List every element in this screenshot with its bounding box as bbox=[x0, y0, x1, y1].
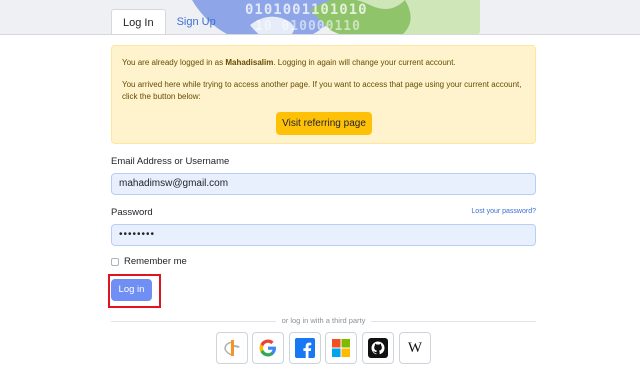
remember-me-checkbox[interactable] bbox=[111, 257, 119, 266]
google-button[interactable] bbox=[252, 332, 284, 364]
alert-line-1-suffix: . Logging in again will change your curr… bbox=[273, 58, 456, 67]
github-icon bbox=[368, 338, 388, 358]
alert-line-2: You arrived here while trying to access … bbox=[122, 80, 522, 101]
wikipedia-button[interactable]: W bbox=[399, 332, 431, 364]
remember-me-row: Remember me bbox=[111, 256, 187, 267]
tab-sign-up[interactable]: Sign Up bbox=[166, 9, 227, 34]
visit-referring-page-button[interactable]: Visit referring page bbox=[276, 112, 372, 135]
header-band: 0101001101010 10 010000110 Log In Sign U… bbox=[0, 0, 640, 35]
facebook-icon bbox=[295, 338, 315, 358]
banner-binary-text: 0101001101010 bbox=[245, 2, 368, 18]
openid-icon bbox=[224, 340, 240, 356]
log-in-button[interactable]: Log in bbox=[111, 279, 152, 301]
microsoft-button[interactable] bbox=[325, 332, 357, 364]
facebook-button[interactable] bbox=[289, 332, 321, 364]
third-party-divider: or log in with a third party bbox=[111, 315, 536, 327]
password-label: Password bbox=[111, 207, 153, 218]
divider-text: or log in with a third party bbox=[275, 316, 372, 325]
already-logged-in-alert: You are already logged in as Mahadisalim… bbox=[111, 45, 536, 144]
google-icon bbox=[259, 339, 276, 357]
alert-line-1: You are already logged in as Mahadisalim… bbox=[122, 57, 525, 69]
auth-tabs: Log In Sign Up bbox=[111, 9, 227, 34]
password-field[interactable]: •••••••• bbox=[111, 224, 536, 246]
alert-username: Mahadisalim bbox=[225, 58, 274, 67]
divider-text-wrap: or log in with a third party bbox=[111, 315, 536, 327]
banner-binary-text-2: 10 010000110 bbox=[255, 19, 361, 34]
remember-me-label[interactable]: Remember me bbox=[124, 256, 187, 267]
alert-line-1-prefix: You are already logged in as bbox=[122, 58, 226, 67]
wikipedia-icon: W bbox=[407, 339, 423, 356]
openid-button[interactable] bbox=[216, 332, 248, 364]
lost-password-link[interactable]: Lost your password? bbox=[471, 208, 536, 215]
email-field[interactable]: mahadimsw@gmail.com bbox=[111, 173, 536, 195]
microsoft-icon bbox=[332, 339, 350, 357]
github-button[interactable] bbox=[362, 332, 394, 364]
tab-log-in[interactable]: Log In bbox=[111, 9, 166, 34]
email-label: Email Address or Username bbox=[111, 156, 230, 167]
